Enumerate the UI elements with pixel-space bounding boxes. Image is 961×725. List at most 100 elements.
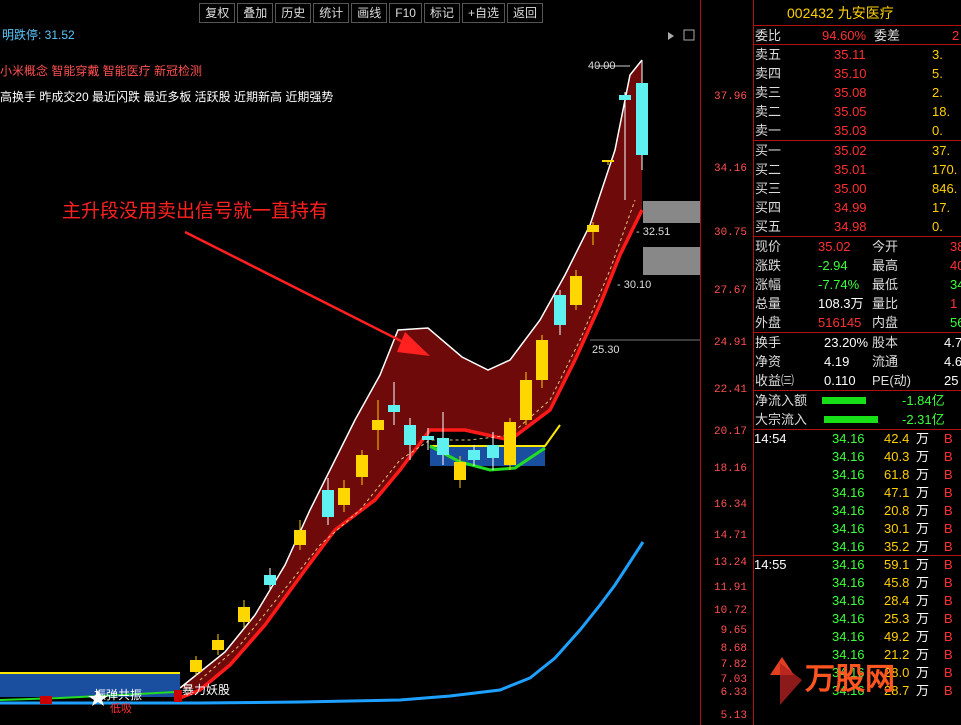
stock-name: 九安医疗 — [837, 5, 894, 21]
quote-value: 35.02 — [818, 239, 851, 254]
book-label: 买五 — [755, 219, 782, 234]
book-row[interactable]: 买四 34.99 17. — [754, 198, 961, 217]
book-price: 35.03 — [834, 123, 867, 138]
quote-label: 总量 — [755, 296, 782, 311]
tick-unit: 万 — [916, 593, 930, 608]
quote-value: 40 — [950, 258, 961, 273]
tick-row[interactable]: 34.16 20.8 万 B — [754, 502, 961, 520]
toolbar-button-8[interactable]: 返回 — [506, 3, 543, 23]
quote-value: 566 — [950, 315, 961, 330]
candle-body — [294, 530, 306, 545]
tick-volume: 59.1 — [884, 557, 910, 572]
y-tick-label: 24.91 — [713, 337, 747, 349]
quote-value: 1 — [950, 296, 958, 311]
stats-label: 换手 — [755, 335, 782, 350]
tick-row[interactable]: 14:55 34.16 59.1 万 B — [754, 556, 961, 574]
tick-side: B — [944, 467, 953, 482]
tick-row[interactable]: 34.16 35.2 万 B — [754, 538, 961, 556]
stats-label: 流通 — [872, 354, 899, 369]
tick-row[interactable]: 34.16 61.8 万 B — [754, 466, 961, 484]
candle-body — [602, 160, 614, 162]
quote-value: -2.94 — [818, 258, 848, 273]
book-row[interactable]: 卖四 35.10 5. — [754, 64, 961, 83]
weicha-value: 2 — [952, 28, 960, 43]
book-label: 卖四 — [755, 66, 782, 81]
toolbar-button-3[interactable]: 统计 — [313, 3, 350, 23]
chart-toolbar: 复权 叠加 历史 统计 画线 F10 标记 +自选 返回 — [199, 3, 543, 23]
tick-unit: 万 — [916, 575, 930, 590]
candle-body — [536, 340, 548, 380]
y-tick-label: 37.96 — [713, 91, 747, 103]
book-row[interactable]: 卖五 35.11 3. — [754, 45, 961, 64]
book-volume: 846. — [932, 181, 958, 196]
tick-row[interactable]: 14:54 34.16 42.4 万 B — [754, 430, 961, 448]
quote-label: 涨跌 — [755, 258, 782, 273]
quote-value: 108.3万 — [818, 296, 864, 311]
y-tick-label: 18.16 — [713, 463, 747, 475]
toolbar-button-2[interactable]: 历史 — [275, 3, 312, 23]
toolbar-button-6[interactable]: 标记 — [423, 3, 460, 23]
toolbar-button-4[interactable]: 画线 — [351, 3, 388, 23]
tick-volume: 40.3 — [884, 449, 910, 464]
quote-row: 涨幅 -7.74% 最低 34 — [754, 275, 961, 294]
book-row[interactable]: 卖二 35.05 18. — [754, 102, 961, 121]
book-row[interactable]: 卖一 35.03 0. — [754, 121, 961, 140]
book-label: 卖三 — [755, 85, 782, 100]
candle-body — [356, 455, 368, 477]
toolbar-button-1[interactable]: 叠加 — [237, 3, 274, 23]
tick-row[interactable]: 34.16 45.8 万 B — [754, 574, 961, 592]
bid-book: 买一 35.02 37. 买二 35.01 170. 买三 35.00 846. 买四 34.99 1… — [754, 141, 961, 237]
book-row[interactable]: 卖三 35.08 2. — [754, 83, 961, 102]
tick-volume: 47.1 — [884, 485, 910, 500]
y-tick-label: 7.82 — [720, 659, 747, 671]
tick-unit: 万 — [916, 557, 930, 572]
candle-body — [554, 295, 566, 325]
high-price-label: 40.00 — [588, 60, 616, 72]
price-label-1: - 32.51 — [636, 226, 671, 238]
candle-body — [212, 640, 224, 650]
chart-nav-icons[interactable] — [668, 29, 695, 41]
trend-band — [180, 60, 642, 690]
tick-side: B — [944, 575, 953, 590]
kline-chart-area[interactable]: 复权 叠加 历史 统计 画线 F10 标记 +自选 返回 明跌停: 31.52 小米概念 智能穿… — [0, 0, 753, 725]
stats-row: 净资 4.19 流通 4.6 — [754, 352, 961, 371]
tick-row[interactable]: 34.16 28.4 万 B — [754, 592, 961, 610]
book-price: 35.00 — [834, 181, 867, 196]
signal-buy-low: 低吸 — [110, 703, 132, 715]
book-price: 35.10 — [834, 66, 867, 81]
tick-row[interactable]: 34.16 40.3 万 B — [754, 448, 961, 466]
flow-row: 净流入额 -1.84亿 — [754, 391, 961, 410]
tick-row[interactable]: 34.16 30.1 万 B — [754, 520, 961, 538]
tick-side: B — [944, 557, 953, 572]
annotation-arrow — [184, 230, 430, 356]
flow-label: 大宗流入 — [755, 412, 808, 427]
price-zone-band — [643, 247, 700, 275]
book-row[interactable]: 买二 35.01 170. — [754, 160, 961, 179]
tick-volume: 35.2 — [884, 539, 910, 554]
candle-body — [619, 95, 631, 100]
tick-side: B — [944, 611, 953, 626]
price-label-3: 25.30 — [592, 344, 620, 356]
kline-chart[interactable] — [0, 0, 700, 725]
tick-row[interactable]: 34.16 47.1 万 B — [754, 484, 961, 502]
y-tick-label: 6.33 — [720, 687, 747, 699]
toolbar-button-7[interactable]: +自选 — [461, 3, 505, 23]
flow-bar — [824, 416, 878, 423]
stats-label: PE(动) — [872, 373, 912, 388]
stats-value: 4.7 — [944, 335, 961, 350]
toolbar-button-5[interactable]: F10 — [389, 3, 422, 23]
tick-row[interactable]: 34.16 25.3 万 B — [754, 610, 961, 628]
tick-row[interactable]: 34.16 49.2 万 B — [754, 628, 961, 646]
tick-side: B — [944, 431, 953, 446]
flow-value: -1.84亿 — [902, 393, 945, 408]
toolbar-button-0[interactable]: 复权 — [199, 3, 236, 23]
tick-price: 34.16 — [832, 539, 865, 554]
candle-body — [322, 490, 334, 517]
weicha-label: 委差 — [874, 28, 901, 43]
limit-down-indicator: 明跌停: 31.52 — [2, 28, 75, 42]
tick-price: 34.16 — [832, 575, 865, 590]
book-row[interactable]: 买三 35.00 846. — [754, 179, 961, 198]
book-row[interactable]: 买五 34.98 0. — [754, 217, 961, 236]
book-row[interactable]: 买一 35.02 37. — [754, 141, 961, 160]
signal-demon-stock: 暴力妖股 — [182, 683, 231, 697]
